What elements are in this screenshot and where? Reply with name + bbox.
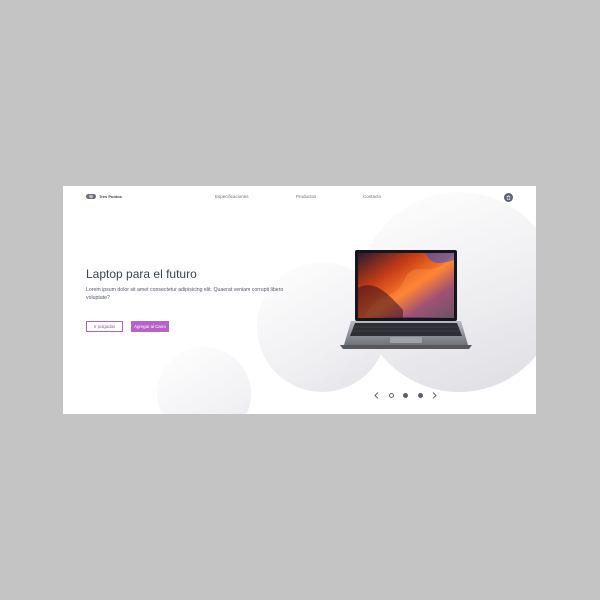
landing-page: Tres Puntos Especificaciones Productos C… [63, 186, 536, 414]
brand-name: Tres Puntos [99, 194, 122, 199]
carousel-dot-3[interactable] [418, 393, 423, 398]
hero-title: Laptop para el futuro [86, 267, 197, 281]
hero-description: Lorem ipsum dolor sit amet consectetur a… [86, 287, 284, 301]
carousel-dot-1[interactable] [389, 393, 394, 398]
chevron-left-icon[interactable] [374, 392, 379, 399]
shopping-bag-icon [506, 195, 511, 200]
top-navigation: Tres Puntos Especificaciones Productos C… [63, 186, 536, 208]
cart-button[interactable] [504, 193, 513, 202]
brand-logo-icon [86, 194, 96, 199]
carousel-dot-2[interactable] [403, 393, 408, 398]
nav-link-contacto[interactable]: Contacto [363, 194, 381, 199]
inches-button[interactable]: Ir pulgadas [86, 321, 123, 332]
chevron-right-icon[interactable] [432, 392, 437, 399]
add-to-cart-button[interactable]: Agregar al Carro [131, 321, 169, 332]
brand-logo[interactable]: Tres Puntos [86, 194, 122, 199]
laptop-product-image [340, 250, 472, 349]
carousel-controls [374, 390, 437, 400]
decorative-circle-small [157, 347, 251, 414]
nav-link-especificaciones[interactable]: Especificaciones [215, 194, 249, 199]
nav-link-productos[interactable]: Productos [296, 194, 316, 199]
